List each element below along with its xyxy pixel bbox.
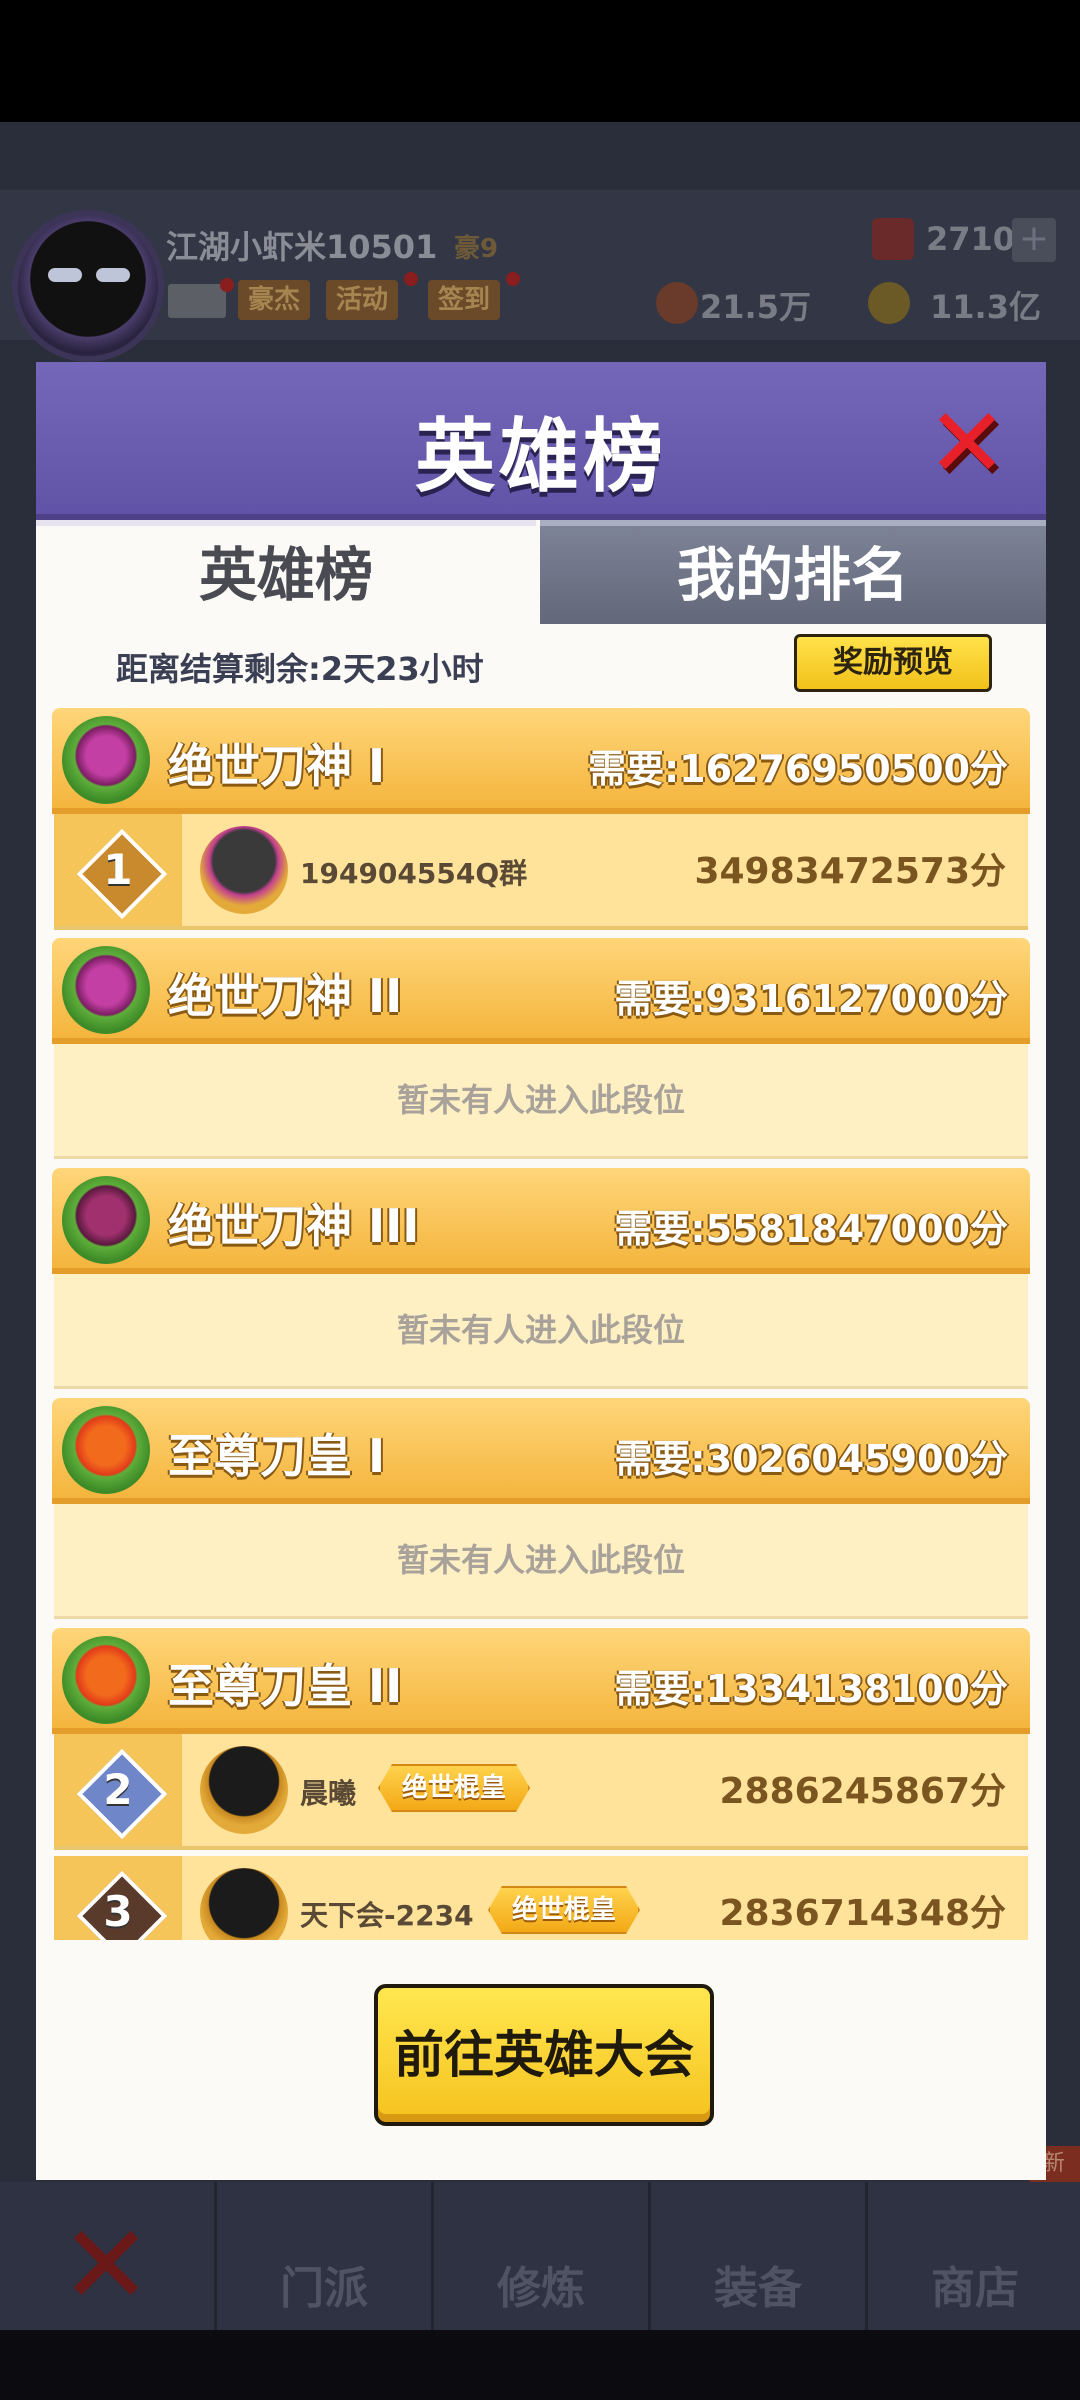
tier-requirement: 需要:16276950500分 — [587, 747, 1008, 791]
rank-number: 3 — [103, 1887, 133, 1936]
reward-preview-button[interactable]: 奖励预览 — [794, 634, 992, 692]
tier-emblem-icon — [62, 946, 150, 1034]
power-icon — [656, 282, 698, 324]
avatar[interactable] — [200, 1746, 288, 1834]
tier-header: 至尊刀皇 I 需要:3026045900分 — [52, 1398, 1030, 1504]
player-score: 34983472573分 — [694, 851, 1006, 892]
table-row[interactable]: 1 194904554Q群 34983472573分 — [54, 814, 1028, 930]
add-gems-button[interactable]: + — [1012, 218, 1056, 262]
rank-number: 2 — [103, 1765, 133, 1814]
tier-emblem-icon — [62, 1406, 150, 1494]
go-to-hero-conference-button[interactable]: 前往英雄大会 — [374, 1984, 714, 2126]
gem-count: 2710 — [926, 220, 1016, 258]
empty-tier-message: 暂未有人进入此段位 — [54, 1274, 1028, 1389]
player-name: 江湖小虾米10501 — [166, 228, 438, 266]
player-title-badge: 绝世棍皇 — [488, 1886, 640, 1934]
player-score: 2886245867分 — [719, 1771, 1007, 1812]
tier-name: 绝世刀神 III — [168, 1199, 420, 1253]
nav-tab-sect-label: 门派 — [280, 2263, 368, 2314]
tier-requirement: 需要:5581847000分 — [614, 1207, 1008, 1251]
nav-tab-equipment-label: 装备 — [714, 2263, 802, 2314]
player-avatar[interactable] — [12, 210, 164, 362]
tier-header: 绝世刀神 III 需要:5581847000分 — [52, 1168, 1030, 1274]
tier-requirement: 需要:3026045900分 — [614, 1437, 1008, 1481]
nav-tab-cultivate-label: 修炼 — [497, 2263, 585, 2314]
coin-count: 11.3亿 — [930, 288, 1041, 326]
player-hud — [0, 190, 1080, 340]
tier-name: 绝世刀神 I — [168, 739, 386, 793]
tier-header: 绝世刀神 II 需要:9316127000分 — [52, 938, 1030, 1044]
ranking-list[interactable]: 绝世刀神 I 需要:16276950500分 1 194904554Q群 349… — [52, 708, 1030, 1940]
modal-header: 英雄榜 ✕ — [36, 362, 1046, 520]
table-row[interactable]: 3 天下会-2234 绝世棍皇 2836714348分 — [54, 1856, 1028, 1940]
player-name: 天下会-2234 — [300, 1899, 474, 1932]
tier-requirement: 需要:1334138100分 — [614, 1667, 1008, 1711]
gem-icon — [872, 218, 914, 260]
checkin-alert-dot — [506, 272, 520, 286]
tier-name: 至尊刀皇 II — [168, 1659, 403, 1713]
tier-header: 绝世刀神 I 需要:16276950500分 — [52, 708, 1030, 814]
rank-badge: 1 — [76, 828, 168, 920]
tier-emblem-icon — [62, 1176, 150, 1264]
vip-level: 豪9 — [454, 234, 499, 264]
settlement-countdown: 距离结算剩余:2天23小时 — [116, 650, 484, 688]
events-alert-dot — [404, 272, 418, 286]
tab-hero-ranking[interactable]: 英雄榜 — [36, 520, 536, 624]
avatar-eye-left — [48, 268, 82, 282]
empty-tier-message: 暂未有人进入此段位 — [54, 1044, 1028, 1159]
tab-my-ranking[interactable]: 我的排名 — [540, 520, 1046, 624]
player-score: 2836714348分 — [719, 1893, 1007, 1934]
power-value: 21.5万 — [700, 288, 811, 326]
nav-close-icon[interactable]: ✕ — [60, 2210, 152, 2320]
player-name: 晨曦 — [300, 1777, 357, 1810]
tier-name: 至尊刀皇 I — [168, 1429, 386, 1483]
events-button[interactable]: 活动 — [326, 280, 399, 320]
avatar[interactable] — [200, 826, 288, 914]
mail-icon[interactable] — [168, 284, 226, 318]
tier-name: 绝世刀神 II — [168, 969, 403, 1023]
tier-emblem-icon — [62, 716, 150, 804]
table-row[interactable]: 2 晨曦 绝世棍皇 2886245867分 — [54, 1734, 1028, 1850]
avatar-eye-right — [96, 268, 130, 282]
player-title-badge: 绝世棍皇 — [378, 1764, 530, 1812]
coin-icon — [868, 282, 910, 324]
system-nav-area — [0, 2330, 1080, 2400]
empty-tier-message: 暂未有人进入此段位 — [54, 1504, 1028, 1619]
rank-cell: 1 — [54, 814, 182, 926]
mail-alert-dot — [220, 278, 234, 292]
heroes-button[interactable]: 豪杰 — [238, 280, 311, 320]
checkin-button[interactable]: 签到 — [428, 280, 501, 320]
modal-title: 英雄榜 — [415, 410, 667, 503]
close-icon: ✕ — [926, 387, 1008, 499]
hero-ranking-modal: 英雄榜 ✕ 英雄榜 我的排名 距离结算剩余:2天23小时 奖励预览 绝世刀神 I… — [36, 362, 1046, 2180]
rank-cell: 3 — [54, 1856, 182, 1940]
tier-header: 至尊刀皇 II 需要:1334138100分 — [52, 1628, 1030, 1734]
tier-emblem-icon — [62, 1636, 150, 1724]
status-bar-area — [0, 0, 1080, 122]
avatar[interactable] — [200, 1868, 288, 1940]
rank-cell: 2 — [54, 1734, 182, 1846]
tier-requirement: 需要:9316127000分 — [614, 977, 1008, 1021]
player-name: 194904554Q群 — [300, 857, 528, 890]
nav-tab-shop-label: 商店 — [931, 2263, 1019, 2314]
rank-badge: 2 — [76, 1748, 168, 1840]
close-button[interactable]: ✕ — [922, 387, 1012, 499]
rank-number: 1 — [103, 845, 133, 894]
rank-badge: 3 — [76, 1870, 168, 1940]
